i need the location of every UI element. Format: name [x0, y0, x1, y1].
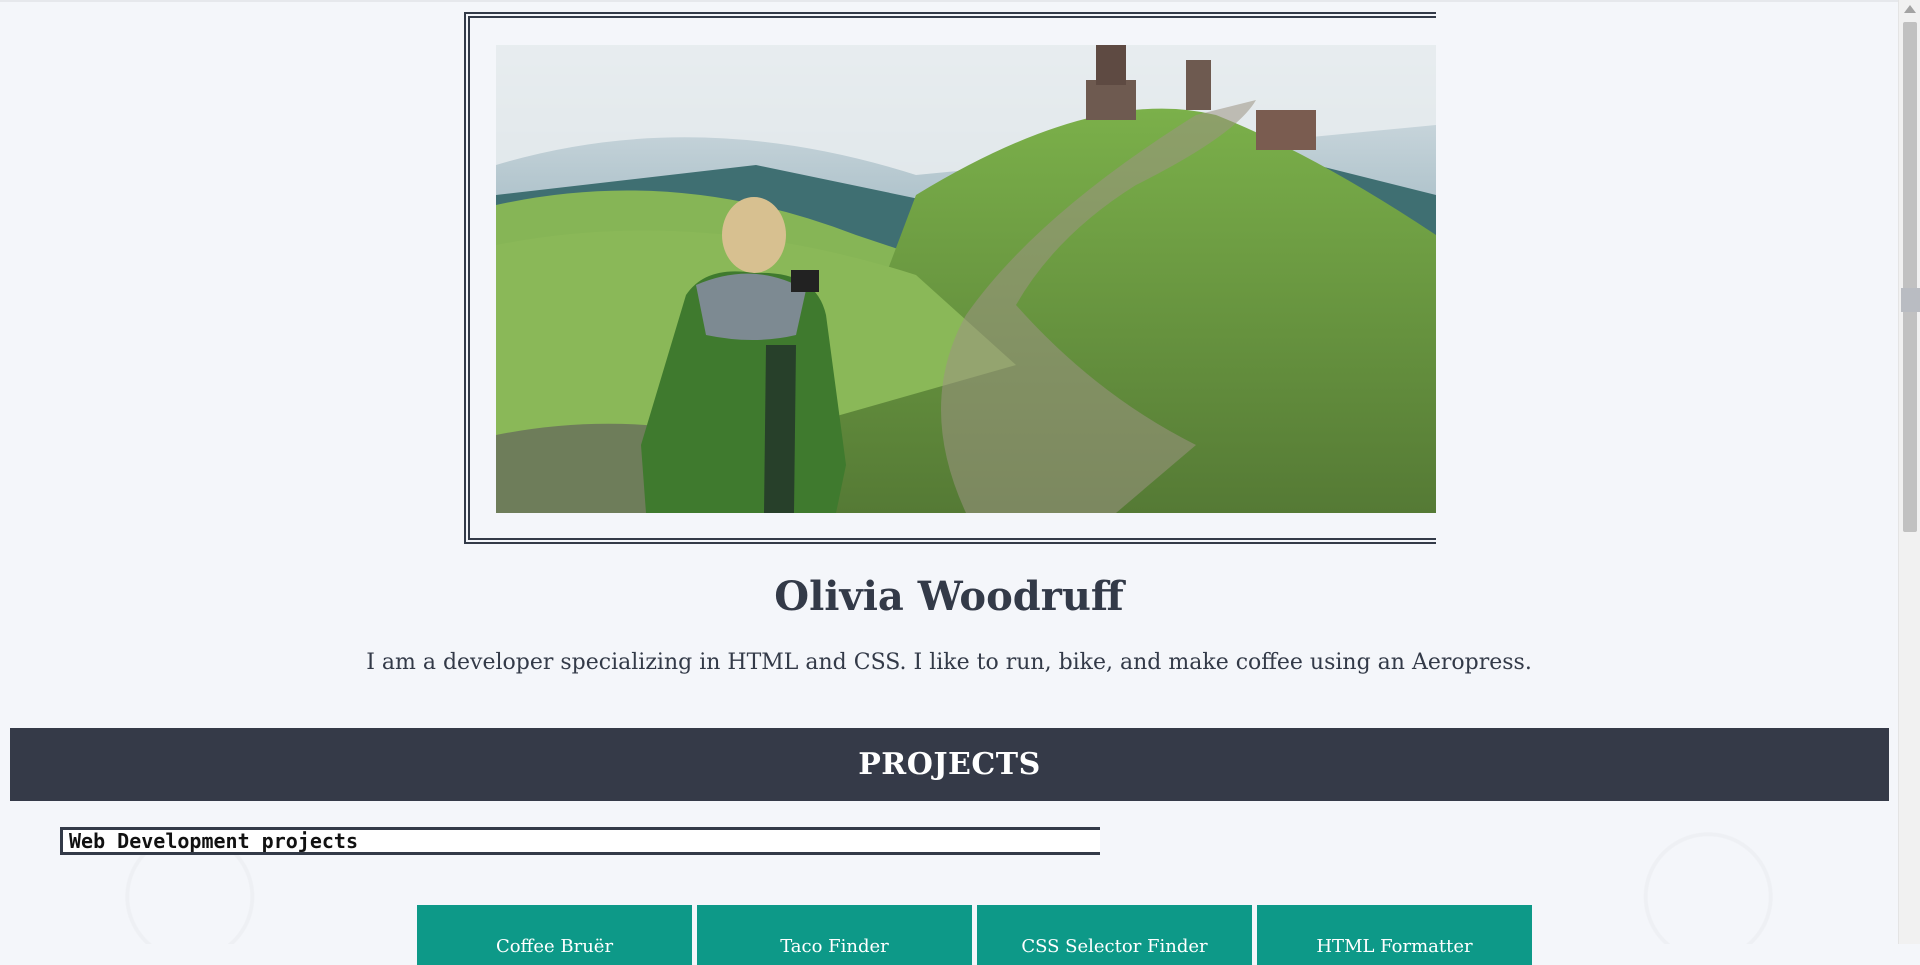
top-divider	[0, 0, 1898, 2]
project-button-taco-finder[interactable]: Taco Finder	[697, 905, 972, 965]
scroll-up-arrow-icon[interactable]	[1904, 5, 1916, 13]
project-button-html-formatter[interactable]: HTML Formatter	[1257, 905, 1532, 965]
project-button-css-selector-finder[interactable]: CSS Selector Finder	[977, 905, 1252, 965]
projects-subheading: Web Development projects	[60, 827, 1100, 855]
profile-photo	[496, 45, 1436, 513]
project-list: Coffee Bruër Taco Finder CSS Selector Fi…	[417, 905, 1532, 965]
projects-heading: PROJECTS	[10, 728, 1889, 801]
profile-bio: I am a developer specializing in HTML an…	[366, 650, 1532, 675]
profile-name: Olivia Woodruff	[774, 573, 1124, 620]
scroll-marker	[1901, 288, 1920, 312]
vertical-scrollbar[interactable]	[1898, 0, 1920, 944]
scrollbar-thumb[interactable]	[1903, 22, 1917, 532]
project-button-coffee-bruer[interactable]: Coffee Bruër	[417, 905, 692, 965]
